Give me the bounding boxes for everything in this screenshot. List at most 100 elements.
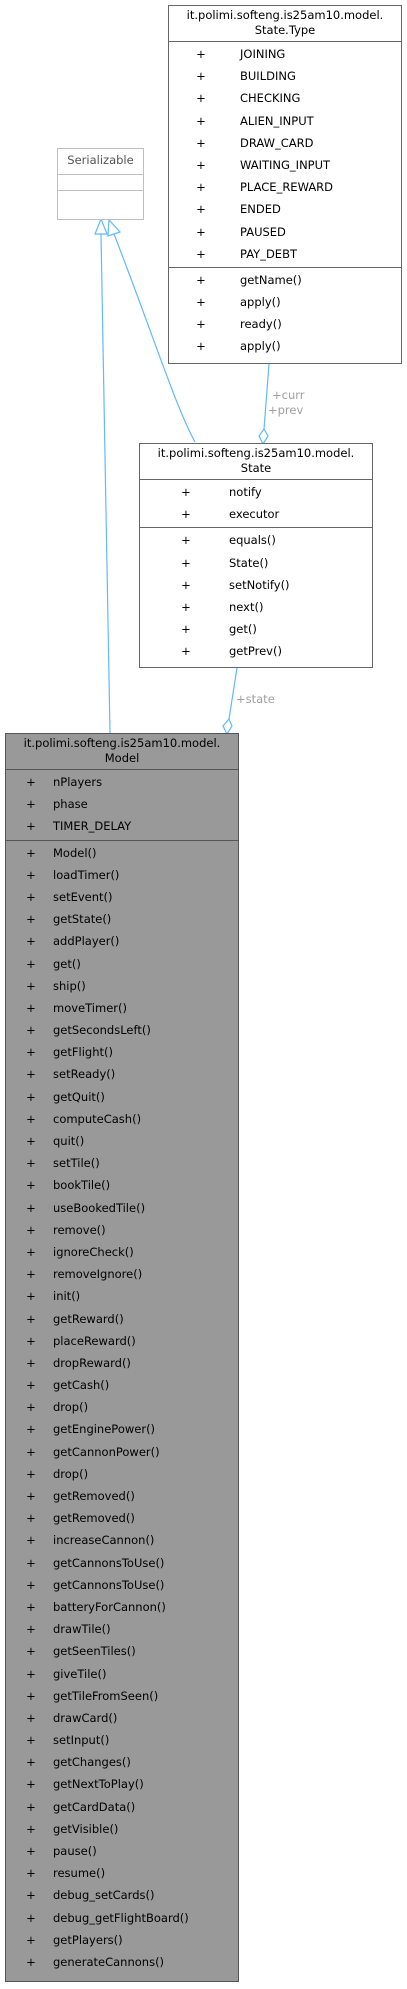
- method-name: useBookedTile(): [53, 1200, 146, 1215]
- visibility-marker: +: [181, 622, 191, 637]
- visibility-marker: +: [26, 1821, 36, 1836]
- method-row: + giveTile(): [6, 1663, 238, 1685]
- visibility-marker: +: [26, 1844, 36, 1858]
- method-row: + resume(): [6, 1862, 238, 1884]
- method-row: + setInput(): [6, 1729, 238, 1751]
- method-row: + computeCash(): [6, 1108, 238, 1130]
- attribute-row: + notify: [140, 481, 372, 503]
- visibility-marker: +: [26, 775, 36, 789]
- method-row: + getVisible(): [6, 1818, 238, 1840]
- method-row: + setNotify(): [140, 574, 372, 596]
- visibility-marker: +: [26, 1666, 36, 1681]
- class-title-state-type: it.polimi.softeng.is25am10.model. State.…: [169, 6, 401, 41]
- visibility-marker: +: [26, 1444, 36, 1459]
- class-title-state: it.polimi.softeng.is25am10.model. State: [140, 444, 372, 479]
- class-box-state[interactable]: it.polimi.softeng.is25am10.model. State …: [139, 443, 373, 668]
- method-name: getRemoved(): [53, 1511, 135, 1526]
- attributes-section: + notify + executor: [140, 479, 372, 527]
- method-row: + debug_setCards(): [6, 1884, 238, 1906]
- method-name: getCardData(): [53, 1799, 136, 1814]
- visibility-marker: +: [181, 555, 191, 570]
- method-row: + placeReward(): [6, 1330, 238, 1352]
- visibility-marker: +: [181, 507, 191, 522]
- visibility-marker: +: [26, 797, 36, 812]
- method-name: moveTimer(): [53, 1000, 127, 1015]
- visibility-marker: +: [26, 1489, 36, 1503]
- method-name: setInput(): [53, 1733, 110, 1748]
- attribute-row: + CHECKING: [169, 87, 401, 109]
- visibility-marker: +: [196, 157, 206, 172]
- visibility-marker: +: [26, 1089, 36, 1104]
- visibility-marker: +: [26, 1622, 36, 1637]
- visibility-marker: +: [26, 1777, 36, 1792]
- method-name: getEnginePower(): [53, 1422, 156, 1437]
- method-row: + increaseCannon(): [6, 1529, 238, 1551]
- visibility-marker: +: [196, 47, 206, 61]
- attribute-row: + ALIEN_INPUT: [169, 110, 401, 132]
- method-name: State(): [229, 555, 269, 570]
- visibility-marker: +: [26, 1311, 36, 1326]
- method-row: + batteryForCannon(): [6, 1596, 238, 1618]
- visibility-marker: +: [196, 135, 206, 150]
- method-row: + getQuit(): [6, 1086, 238, 1108]
- visibility-marker: +: [196, 180, 206, 195]
- attribute-row: + phase: [6, 793, 238, 815]
- method-row: + getRemoved(): [6, 1507, 238, 1529]
- method-row: + equals(): [140, 529, 372, 551]
- method-name: ready(): [240, 317, 282, 332]
- method-name: get(): [229, 622, 257, 637]
- visibility-marker: +: [196, 317, 206, 332]
- visibility-marker: +: [26, 1910, 36, 1925]
- attribute-row: + WAITING_INPUT: [169, 154, 401, 176]
- method-name: getCash(): [53, 1378, 110, 1393]
- class-package-name: it.polimi.softeng.is25am10.model.: [186, 8, 384, 22]
- visibility-marker: +: [26, 1134, 36, 1148]
- method-name: next(): [229, 599, 264, 614]
- method-name: apply(): [240, 339, 281, 354]
- method-name: get(): [53, 956, 81, 971]
- visibility-marker: +: [196, 69, 206, 84]
- method-name: increaseCannon(): [53, 1533, 155, 1548]
- method-name: debug_setCards(): [53, 1888, 155, 1903]
- method-name: setTile(): [53, 1156, 100, 1171]
- edge-label-curr: +curr: [272, 388, 305, 402]
- method-row: + moveTimer(): [6, 997, 238, 1019]
- visibility-marker: +: [26, 889, 36, 904]
- visibility-marker: +: [181, 485, 191, 499]
- method-row: + useBookedTile(): [6, 1197, 238, 1219]
- method-name: remove(): [53, 1222, 106, 1237]
- class-name: Model: [104, 751, 140, 765]
- attribute-name: nPlayers: [53, 775, 103, 789]
- method-row: + loadTimer(): [6, 864, 238, 886]
- method-name: setReady(): [53, 1067, 116, 1082]
- arrowhead-state-serializable: [107, 218, 122, 237]
- visibility-marker: +: [26, 1511, 36, 1526]
- method-name: getTileFromSeen(): [53, 1688, 159, 1703]
- visibility-marker: +: [196, 113, 206, 128]
- method-name: addPlayer(): [53, 934, 120, 949]
- visibility-marker: +: [181, 533, 191, 548]
- visibility-marker: +: [26, 1200, 36, 1215]
- method-row: + quit(): [6, 1130, 238, 1152]
- attribute-name: PAUSED: [240, 224, 286, 239]
- method-row: + remove(): [6, 1219, 238, 1241]
- visibility-marker: +: [26, 1156, 36, 1171]
- method-row: + pause(): [6, 1840, 238, 1862]
- methods-section: + equals() + State() + setNotify() + next() + get…: [140, 527, 372, 664]
- method-name: getFlight(): [53, 1045, 113, 1060]
- method-row: + getReward(): [6, 1308, 238, 1330]
- visibility-marker: +: [26, 1378, 36, 1393]
- visibility-marker: +: [26, 1954, 36, 1969]
- attribute-row: + ENDED: [169, 198, 401, 220]
- class-box-state-type[interactable]: it.polimi.softeng.is25am10.model. State.…: [168, 5, 402, 364]
- method-name: getState(): [53, 912, 112, 927]
- class-box-model[interactable]: it.polimi.softeng.is25am10.model. Model …: [5, 733, 239, 1982]
- methods-section: + getName() + apply() + ready() + apply(): [169, 266, 401, 360]
- visibility-marker: +: [26, 1045, 36, 1060]
- attribute-row: + PLACE_REWARD: [169, 176, 401, 198]
- method-name: ship(): [53, 978, 86, 993]
- attributes-section: [58, 174, 143, 190]
- diamond-statetype-state: [258, 427, 269, 446]
- class-box-serializable[interactable]: Serializable: [57, 148, 144, 220]
- visibility-marker: +: [26, 1688, 36, 1703]
